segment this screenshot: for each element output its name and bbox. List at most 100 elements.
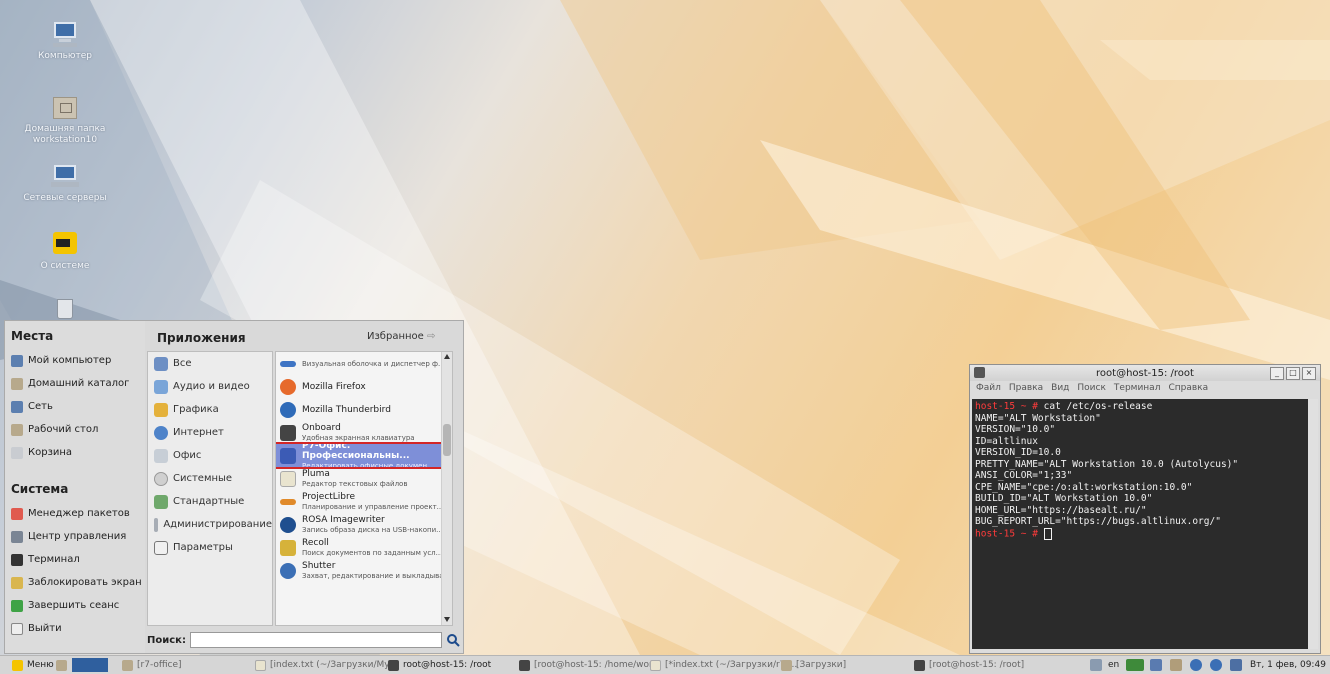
- close-icon[interactable]: ×: [1302, 367, 1316, 380]
- display-icon[interactable]: [1230, 659, 1242, 671]
- desktop-icon-computer[interactable]: Компьютер: [20, 20, 110, 62]
- system-label: Выйти: [28, 623, 62, 634]
- standard-icon: [154, 494, 168, 509]
- terminal-line: VERSION_ID=10.0: [975, 447, 1061, 458]
- terminal-title: root@host-15: /root: [1096, 367, 1194, 379]
- scroll-up-icon[interactable]: [444, 354, 450, 359]
- place-home[interactable]: Домашний каталог: [5, 372, 145, 395]
- system-lock-screen[interactable]: Заблокировать экран: [5, 571, 145, 594]
- menu-button-label: Меню: [27, 660, 54, 670]
- taskbar-window-label: [index.txt (~/Загрузки/My...: [270, 660, 397, 670]
- show-desktop-button[interactable]: [56, 657, 71, 673]
- category-label: Все: [173, 358, 192, 369]
- category-standard[interactable]: Стандартные: [148, 490, 272, 513]
- desktop-icon-network[interactable]: Сетевые серверы: [20, 162, 110, 204]
- workspace-switcher[interactable]: [72, 657, 108, 673]
- scroll-thumb[interactable]: [443, 424, 451, 456]
- place-network[interactable]: Сеть: [5, 395, 145, 418]
- audio-video-icon: [154, 379, 168, 394]
- app-name: Mozilla Thunderbird: [302, 404, 391, 415]
- app-item-recoll[interactable]: Recoll Поиск документов по заданным усл..…: [276, 536, 452, 559]
- menu-help[interactable]: Справка: [1168, 383, 1208, 393]
- places-column: Места Мой компьютер Домашний каталог Сет…: [5, 321, 145, 653]
- search-row: Поиск:: [145, 629, 463, 651]
- app-name: ROSA Imagewriter: [302, 514, 385, 525]
- place-my-computer[interactable]: Мой компьютер: [5, 349, 145, 372]
- taskbar-window-terminal-home[interactable]: [root@host-15: /home/wor...: [519, 657, 660, 673]
- search-icon[interactable]: [446, 633, 460, 647]
- app-desc: Запись образа диска на USB-накопи...: [302, 525, 443, 534]
- app-list: Визуальная оболочка и диспетчер ф... Moz…: [275, 351, 453, 626]
- menu-terminal[interactable]: Терминал: [1114, 383, 1161, 393]
- system-control-center[interactable]: Центр управления: [5, 525, 145, 548]
- place-desktop[interactable]: Рабочий стол: [5, 418, 145, 441]
- terminal-titlebar[interactable]: root@host-15: /root _ □ ×: [970, 365, 1320, 381]
- app-item-rosa-imagewriter[interactable]: ROSA Imagewriter Запись образа диска на U…: [276, 513, 452, 536]
- terminal-output[interactable]: host-15 ~ # cat /etc/os-release NAME="AL…: [972, 399, 1308, 649]
- terminal-cursor: [1043, 527, 1052, 540]
- shutter-tray-icon[interactable]: [1190, 659, 1202, 671]
- system-logout[interactable]: Выйти: [5, 617, 145, 640]
- taskbar-window-terminal-root-2[interactable]: [root@host-15: /root]: [914, 657, 1024, 673]
- shutter-tray-icon-2[interactable]: [1210, 659, 1222, 671]
- maximize-icon[interactable]: □: [1286, 367, 1300, 380]
- place-trash[interactable]: Корзина: [5, 441, 145, 464]
- taskbar-window-index-txt-2[interactable]: [*index.txt (~/Загрузки/r7-...: [650, 657, 797, 673]
- desktop-icon-home-folder[interactable]: Домашняя папка workstation10: [20, 93, 110, 146]
- menu-edit[interactable]: Правка: [1009, 383, 1043, 393]
- app-item-r7-office[interactable]: Р7-Офис. Профессиональны... Редактировать…: [276, 441, 452, 470]
- favorites-button[interactable]: Избранное ⇨: [367, 331, 435, 342]
- app-list-scrollbar[interactable]: [441, 352, 452, 625]
- category-settings[interactable]: Параметры: [148, 536, 272, 559]
- app-name: Recoll: [302, 537, 329, 548]
- system-terminal[interactable]: Терминал: [5, 548, 145, 571]
- category-all[interactable]: Все: [148, 352, 272, 375]
- search-input[interactable]: [189, 632, 442, 648]
- desktop-icon-about[interactable]: О системе: [20, 230, 110, 272]
- taskbar-window-terminal-root[interactable]: root@host-15: /root: [388, 657, 491, 673]
- category-audio-video[interactable]: Аудио и видео: [148, 375, 272, 398]
- category-graphics[interactable]: Графика: [148, 398, 272, 421]
- home-folder-icon: [51, 93, 79, 121]
- category-label: Интернет: [173, 427, 224, 438]
- category-internet[interactable]: Интернет: [148, 421, 272, 444]
- system-package-manager[interactable]: Менеджер пакетов: [5, 502, 145, 525]
- search-label: Поиск:: [147, 634, 186, 646]
- menu-file[interactable]: Файл: [976, 383, 1001, 393]
- keyboard-layout-indicator[interactable]: en: [1108, 657, 1119, 673]
- tray-window-icon[interactable]: [1090, 659, 1102, 671]
- terminal-line: PRETTY_NAME="ALT Workstation 10.0 (Autol…: [975, 458, 1239, 470]
- file-manager-icon: [280, 360, 296, 367]
- system-end-session[interactable]: Завершить сеанс: [5, 594, 145, 617]
- taskbar-menu-button[interactable]: Меню: [12, 657, 54, 673]
- clock-label: Вт, 1 фев, 09:49: [1250, 660, 1326, 670]
- app-item-shutter[interactable]: Shutter Захват, редактирование и выкладыв…: [276, 559, 452, 582]
- app-desc: Визуальная оболочка и диспетчер ф...: [302, 359, 445, 368]
- terminal-scrollbar[interactable]: [1308, 399, 1318, 649]
- minimize-icon[interactable]: _: [1270, 367, 1284, 380]
- menu-search[interactable]: Поиск: [1077, 383, 1106, 393]
- taskbar-window-r7-office[interactable]: [r7-office]: [122, 657, 182, 673]
- app-item-pluma[interactable]: Pluma Редактор текстовых файлов: [276, 467, 452, 490]
- app-item-firefox[interactable]: Mozilla Firefox: [276, 375, 452, 398]
- app-item-projectlibre[interactable]: ProjectLibre Планирование и управление пр…: [276, 490, 452, 513]
- clipboard-icon[interactable]: [1170, 659, 1182, 671]
- taskbar-window-downloads[interactable]: [Загрузки]: [781, 657, 846, 673]
- category-system[interactable]: Системные: [148, 467, 272, 490]
- app-item-thunderbird[interactable]: Mozilla Thunderbird: [276, 398, 452, 421]
- logout-icon: [11, 622, 23, 635]
- menu-view[interactable]: Вид: [1051, 383, 1069, 393]
- scroll-down-icon[interactable]: [444, 617, 450, 622]
- category-administration[interactable]: Администрирование: [148, 513, 272, 536]
- clock[interactable]: Вт, 1 фев, 09:49: [1250, 657, 1326, 673]
- app-item-file-manager[interactable]: Визуальная оболочка и диспетчер ф...: [276, 352, 452, 375]
- category-office[interactable]: Офис: [148, 444, 272, 467]
- terminal-icon: [11, 553, 23, 566]
- places-title: Места: [11, 329, 54, 343]
- taskbar-window-index-txt[interactable]: [index.txt (~/Загрузки/My...: [255, 657, 397, 673]
- terminal-command: cat /etc/os-release: [1037, 401, 1153, 412]
- arrow-right-icon: ⇨: [426, 331, 436, 342]
- volume-icon[interactable]: [1150, 659, 1162, 671]
- system-title: Система: [11, 482, 69, 496]
- network-icon[interactable]: [1126, 659, 1144, 671]
